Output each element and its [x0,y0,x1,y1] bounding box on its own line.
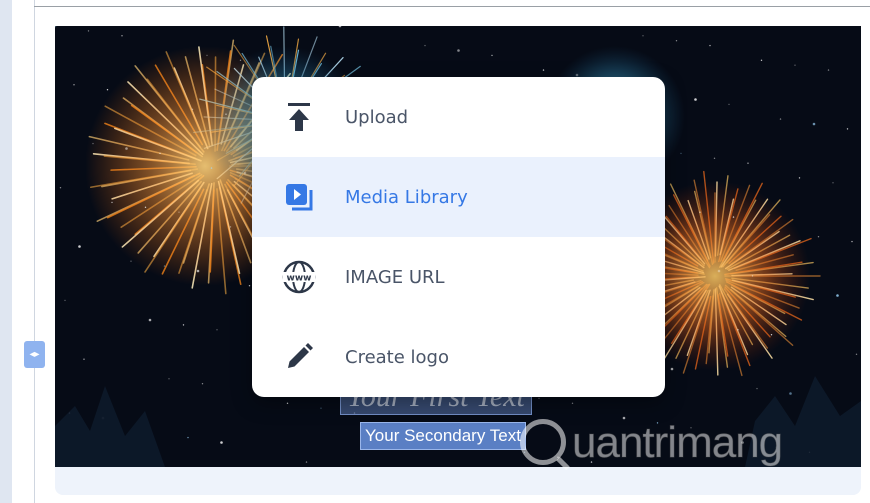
watermark-text: uantrimang [571,418,783,467]
menu-item-label: Upload [345,106,409,128]
menu-item-image-url[interactable]: www IMAGE URL [252,237,665,317]
pencil-icon [282,340,316,374]
menu-item-create-logo[interactable]: Create logo [252,317,665,397]
globe-www-icon: www [282,260,316,294]
media-library-icon [282,180,316,214]
canvas-secondary-text[interactable]: Your Secondary Text [360,422,526,450]
rail-divider [34,0,35,503]
menu-item-media-library[interactable]: Media Library [252,157,665,237]
menu-item-label: IMAGE URL [345,266,445,288]
left-rail [0,0,12,503]
top-border [34,6,870,7]
resize-handle[interactable]: ◂▸ [24,341,45,368]
svg-text:www: www [287,274,312,284]
watermark: uantrimang [520,415,860,475]
menu-item-label: Create logo [345,346,449,368]
upload-icon [282,100,316,134]
upload-source-menu: Upload Media Library www IMAGE URL Creat… [252,77,665,397]
menu-item-label: Media Library [345,186,468,208]
watermark-logo-icon [520,419,566,465]
menu-item-upload[interactable]: Upload [252,77,665,157]
